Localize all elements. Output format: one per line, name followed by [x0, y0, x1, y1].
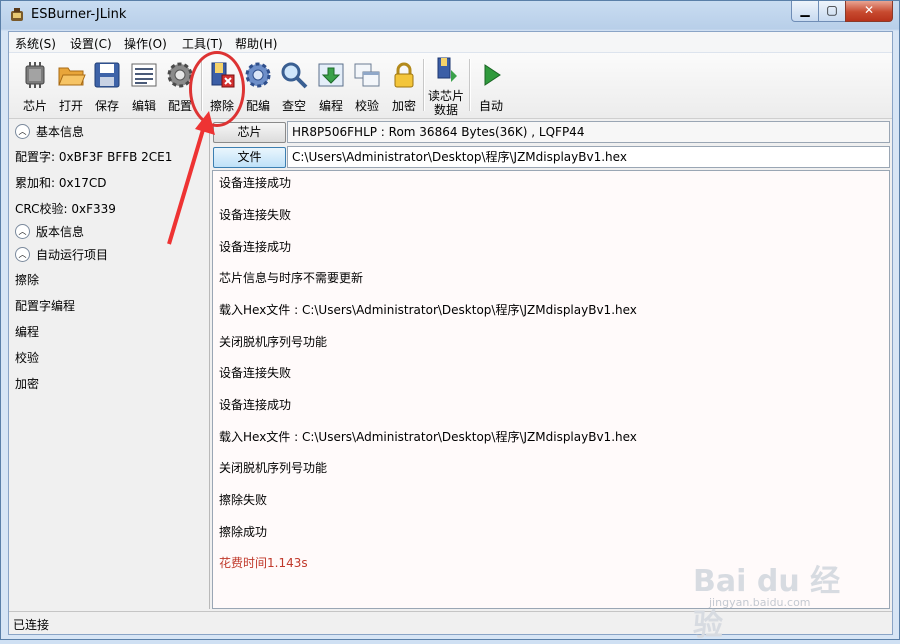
basic-info-title: 基本信息	[36, 125, 85, 139]
log-line-elapsed-time: 花费时间1.143s	[219, 556, 308, 570]
toolbar-program-button[interactable]: 编程	[313, 56, 349, 114]
baidu-watermark: Bai du 经验 jingyan.baidu.com	[691, 536, 861, 643]
menu-operation[interactable]: 操作(O)	[124, 35, 167, 52]
log-line: 擦除失败	[219, 493, 268, 507]
config-word-value: 配置字: 0xBF3F BFFB 2CE1	[15, 150, 173, 164]
connection-status: 已连接	[13, 618, 50, 632]
toolbar-config-program-button[interactable]: 配编	[240, 56, 276, 114]
toolbar-encrypt-label: 加密	[391, 99, 416, 113]
file-row: 文件 C:\Users\Administrator\Desktop\程序\JZM…	[212, 146, 890, 168]
toolbar-chip-label: 芯片	[22, 99, 47, 113]
play-arrow-icon	[484, 64, 501, 86]
menu-tools[interactable]: 工具(T)	[182, 35, 223, 52]
basic-info-header[interactable]: ︿ 基本信息	[15, 123, 84, 140]
collapse-icon[interactable]: ︿	[15, 224, 30, 239]
toolbar-edit-label: 编辑	[131, 99, 156, 113]
menu-system[interactable]: 系统(S)	[15, 35, 56, 52]
collapse-icon[interactable]: ︿	[15, 124, 30, 139]
toolbar-save-button[interactable]: 保存	[89, 56, 125, 114]
log-line: 设备连接失败	[219, 208, 292, 222]
auto-item-program[interactable]: 编程	[15, 323, 39, 340]
auto-item-config-program[interactable]: 配置字编程	[15, 297, 75, 314]
file-path-field: C:\Users\Administrator\Desktop\程序\JZMdis…	[287, 146, 890, 168]
log-line: 设备连接成功	[219, 176, 292, 190]
log-line: 载入Hex文件 : C:\Users\Administrator\Desktop…	[219, 430, 637, 444]
read-chip-icon	[437, 57, 457, 82]
log-line: 载入Hex文件 : C:\Users\Administrator\Desktop…	[219, 303, 637, 317]
toolbar-read-chip-label-line2: 数据	[433, 103, 458, 117]
toolbar-verify-button[interactable]: 校验	[349, 56, 385, 114]
auto-run-header[interactable]: ︿ 自动运行项目	[15, 246, 108, 263]
auto-item-encrypt[interactable]: 加密	[15, 375, 39, 392]
save-disk-icon	[94, 62, 120, 88]
window-title: ESBurner-JLink	[31, 7, 127, 22]
version-info-header[interactable]: ︿ 版本信息	[15, 223, 84, 240]
toolbar-chip-button[interactable]: 芯片	[16, 56, 54, 114]
chip-row: 芯片 HR8P506FHLP : Rom 36864 Bytes(36K) , …	[212, 121, 890, 143]
verify-windows-icon	[354, 63, 380, 87]
toolbar-separator	[469, 59, 471, 111]
log-line: 芯片信息与时序不需要更新	[219, 271, 364, 285]
log-line: 设备连接成功	[219, 240, 292, 254]
toolbar-blank-check-button[interactable]: 查空	[276, 56, 312, 114]
chip-icon	[25, 62, 45, 88]
menu-bar: 系统(S) 设置(C) 操作(O) 工具(T) 帮助(H)	[9, 32, 892, 53]
crc-value: CRC校验: 0xF339	[15, 202, 116, 216]
log-line: 关闭脱机序列号功能	[219, 461, 328, 475]
watermark-url: jingyan.baidu.com	[709, 596, 811, 609]
toolbar-read-chip-label: 读芯片 数据	[426, 89, 466, 117]
toolbar-program-label: 编程	[318, 99, 343, 113]
auto-item-erase[interactable]: 擦除	[15, 271, 39, 288]
toolbar-auto-label: 自动	[478, 99, 503, 113]
auto-run-title: 自动运行项目	[36, 248, 109, 262]
toolbar-edit-button[interactable]: 编辑	[126, 56, 162, 114]
toolbar-config-program-label: 配编	[245, 99, 270, 113]
toolbar-verify-label: 校验	[354, 99, 379, 113]
close-button[interactable]: ✕	[845, 1, 893, 22]
minimize-button[interactable]: ▁	[791, 1, 819, 22]
app-window: ESBurner-JLink ▁ ▢ ✕ 系统(S) 设置(C) 操作(O) 工…	[0, 0, 900, 643]
edit-list-icon	[131, 63, 157, 87]
gear-blue-icon	[245, 62, 271, 88]
version-info-title: 版本信息	[36, 225, 85, 239]
log-line: 设备连接成功	[219, 398, 292, 412]
toolbar-open-button[interactable]: 打开	[53, 56, 89, 114]
chip-info-field: HR8P506FHLP : Rom 36864 Bytes(36K) , LQF…	[287, 121, 890, 143]
toolbar: 芯片 打开 保存 编辑 配置 擦除 配编 查空 编程 校验 加密 读芯片 数据 …	[9, 53, 892, 119]
toolbar-blank-check-label: 查空	[281, 99, 306, 113]
auto-item-verify[interactable]: 校验	[15, 349, 39, 366]
menu-settings[interactable]: 设置(C)	[70, 35, 112, 52]
toolbar-encrypt-button[interactable]: 加密	[386, 56, 422, 114]
file-button[interactable]: 文件	[213, 147, 286, 168]
title-bar: ESBurner-JLink ▁ ▢ ✕	[1, 1, 899, 29]
annotation-arrow-icon	[167, 111, 215, 245]
log-line: 关闭脱机序列号功能	[219, 335, 328, 349]
toolbar-separator	[423, 59, 425, 111]
menu-help[interactable]: 帮助(H)	[235, 35, 277, 52]
log-line: 擦除成功	[219, 525, 268, 539]
toolbar-save-label: 保存	[94, 99, 119, 113]
download-arrow-icon	[318, 63, 344, 87]
app-logo-icon	[11, 8, 23, 21]
magnifier-icon	[281, 62, 308, 89]
maximize-button[interactable]: ▢	[818, 1, 846, 22]
toolbar-open-label: 打开	[58, 99, 83, 113]
toolbar-read-chip-button[interactable]: 读芯片 数据	[426, 56, 466, 117]
toolbar-auto-button[interactable]: 自动	[473, 56, 509, 114]
padlock-icon	[394, 62, 414, 88]
log-line: 设备连接失败	[219, 366, 292, 380]
collapse-icon[interactable]: ︿	[15, 247, 30, 262]
folder-open-icon	[58, 67, 86, 86]
toolbar-read-chip-label-line1: 读芯片	[427, 89, 464, 103]
checksum-value: 累加和: 0x17CD	[15, 176, 107, 190]
